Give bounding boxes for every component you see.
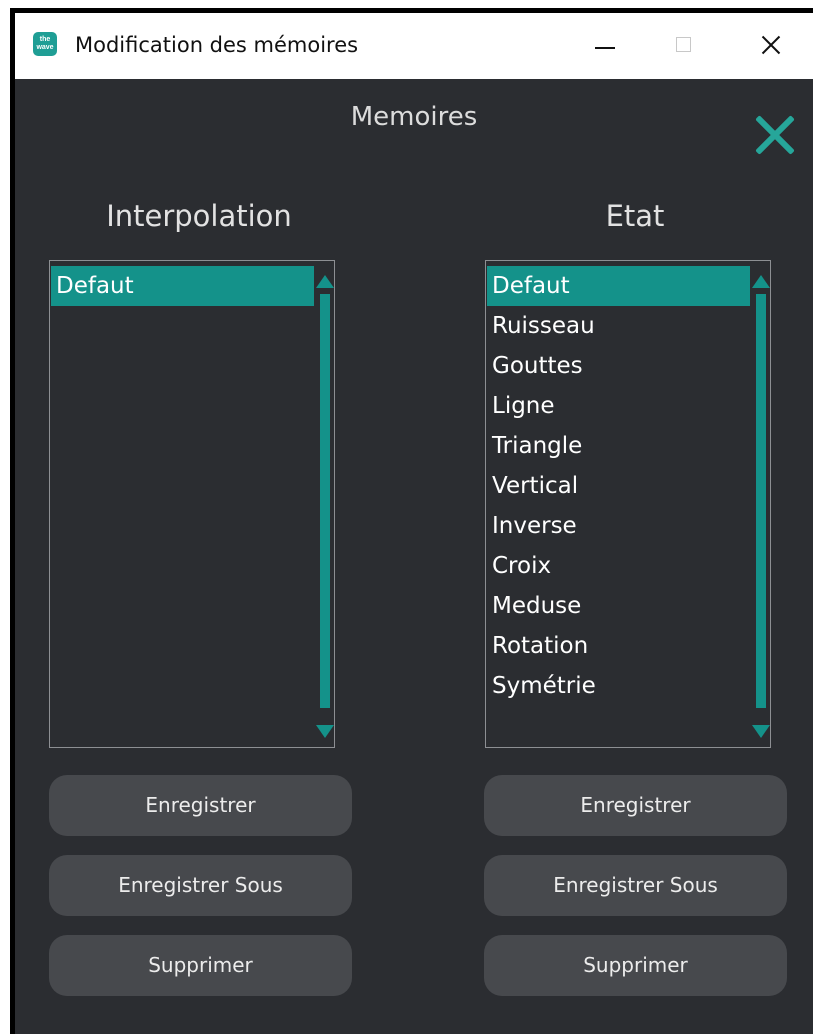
list-item[interactable]: Croix — [487, 546, 750, 586]
app-logo-icon: the wave — [33, 32, 57, 56]
minimize-button[interactable] — [585, 27, 625, 61]
interpolation-save-as-button[interactable]: Enregistrer Sous — [49, 855, 352, 916]
list-item[interactable]: Gouttes — [487, 346, 750, 386]
etat-title: Etat — [605, 199, 665, 233]
interpolation-title: Interpolation — [106, 199, 292, 233]
window-close-button[interactable] — [751, 27, 791, 61]
list-item[interactable]: Defaut — [51, 266, 314, 306]
scrollbar-thumb[interactable] — [756, 294, 766, 708]
list-item[interactable]: Vertical — [487, 466, 750, 506]
scroll-up-arrow-icon[interactable] — [316, 275, 334, 288]
interpolation-delete-button[interactable]: Supprimer — [49, 935, 352, 996]
scroll-down-arrow-icon[interactable] — [316, 725, 334, 738]
scrollbar-thumb[interactable] — [320, 294, 330, 708]
etat-list[interactable]: Defaut Ruisseau Gouttes Ligne Triangle Vertic… — [485, 260, 771, 748]
list-item[interactable]: Ruisseau — [487, 306, 750, 346]
list-item[interactable]: Triangle — [487, 426, 750, 466]
title-bar: the wave Modification des mémoires — [15, 13, 813, 79]
scroll-down-arrow-icon[interactable] — [752, 725, 770, 738]
etat-delete-button[interactable]: Supprimer — [484, 935, 787, 996]
list-item[interactable]: Meduse — [487, 586, 750, 626]
close-x-icon[interactable] — [750, 113, 798, 159]
window-title: Modification des mémoires — [75, 33, 359, 57]
etat-scrollbar[interactable] — [752, 261, 770, 747]
list-item[interactable]: Inverse — [487, 506, 750, 546]
maximize-button[interactable] — [662, 27, 702, 61]
interpolation-scrollbar[interactable] — [316, 261, 334, 747]
interpolation-list[interactable]: Defaut — [49, 260, 335, 748]
interpolation-items: Defaut — [51, 266, 314, 306]
scroll-up-arrow-icon[interactable] — [752, 275, 770, 288]
etat-save-button[interactable]: Enregistrer — [484, 775, 787, 836]
interpolation-save-button[interactable]: Enregistrer — [49, 775, 352, 836]
page-title: Memoires — [350, 102, 478, 132]
list-item[interactable]: Defaut — [487, 266, 750, 306]
etat-items: Defaut Ruisseau Gouttes Ligne Triangle Vertic… — [487, 266, 750, 706]
list-item[interactable]: Symétrie — [487, 666, 750, 706]
list-item[interactable]: Rotation — [487, 626, 750, 666]
list-item[interactable]: Ligne — [487, 386, 750, 426]
etat-save-as-button[interactable]: Enregistrer Sous — [484, 855, 787, 916]
memoires-window: the wave Modification des mémoires Memoi… — [10, 8, 813, 1034]
